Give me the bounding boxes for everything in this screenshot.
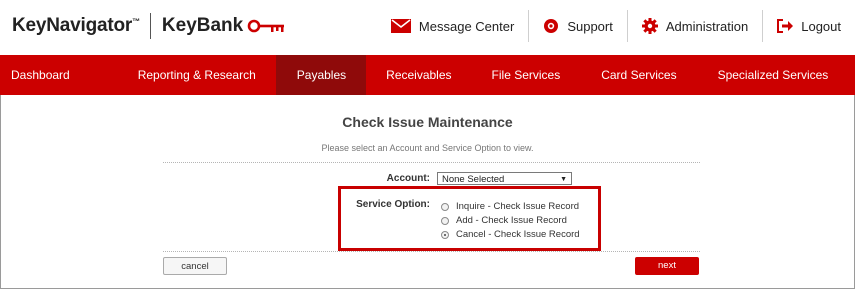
nav-card-services[interactable]: Card Services: [580, 55, 696, 95]
administration-link[interactable]: Administration: [628, 9, 762, 43]
option-label: Add - Check Issue Record: [456, 215, 567, 226]
support-label: Support: [567, 18, 613, 34]
radio-button[interactable]: [441, 202, 449, 211]
radio-button-selected[interactable]: [441, 230, 449, 239]
envelope-icon: [390, 19, 411, 33]
option-inquire[interactable]: Inquire - Check Issue Record: [441, 201, 579, 212]
account-select-value: None Selected: [442, 174, 505, 185]
nav-receivables[interactable]: Receivables: [366, 55, 471, 95]
nav-file-services[interactable]: File Services: [472, 55, 581, 95]
nav-specialized-services[interactable]: Specialized Services: [697, 55, 849, 95]
logout-link[interactable]: Logout: [763, 9, 855, 43]
nav-reporting-research[interactable]: Reporting & Research: [96, 55, 276, 95]
option-label: Cancel - Check Issue Record: [456, 229, 580, 240]
logout-label: Logout: [801, 18, 841, 34]
lifebuoy-icon: [544, 19, 559, 33]
service-option-label: Service Option:: [356, 199, 430, 210]
nav-payables[interactable]: Payables: [275, 55, 367, 95]
option-add[interactable]: Add - Check Issue Record: [441, 215, 567, 226]
account-label: Account:: [386, 173, 430, 184]
brand-divider: [149, 13, 151, 39]
chevron-down-icon: ▼: [560, 176, 567, 183]
nav-dashboard[interactable]: Dashboard: [0, 55, 96, 95]
radio-button[interactable]: [441, 216, 449, 225]
brand-logo: KeyNavigator™ KeyBank: [12, 13, 285, 39]
page-title: Check Issue Maintenance: [342, 114, 513, 130]
product-name: KeyNavigator™: [12, 15, 140, 36]
gear-icon: [641, 18, 658, 34]
cancel-button[interactable]: cancel: [163, 257, 227, 275]
option-cancel[interactable]: Cancel - Check Issue Record: [441, 229, 580, 240]
divider-bottom: [163, 251, 700, 252]
key-logo-icon: [247, 19, 285, 33]
logout-icon: [777, 19, 794, 33]
next-button[interactable]: next: [635, 257, 699, 275]
support-link[interactable]: Support: [529, 9, 627, 43]
option-label: Inquire - Check Issue Record: [456, 201, 580, 212]
page-instructions: Please select an Account and Service Opt…: [321, 143, 534, 153]
message-center-label: Message Center: [418, 18, 515, 34]
message-center-link[interactable]: Message Center: [377, 9, 528, 43]
divider-top: [163, 162, 700, 163]
main-nav: Dashboard Reporting & Research Payables …: [0, 55, 855, 95]
top-header: KeyNavigator™ KeyBank Message Center Sup…: [0, 0, 855, 55]
bank-name: KeyBank: [161, 15, 244, 36]
account-select[interactable]: None Selected ▼: [437, 172, 572, 185]
administration-label: Administration: [665, 18, 749, 34]
header-nav: Message Center Support Administration Lo…: [377, 9, 855, 43]
